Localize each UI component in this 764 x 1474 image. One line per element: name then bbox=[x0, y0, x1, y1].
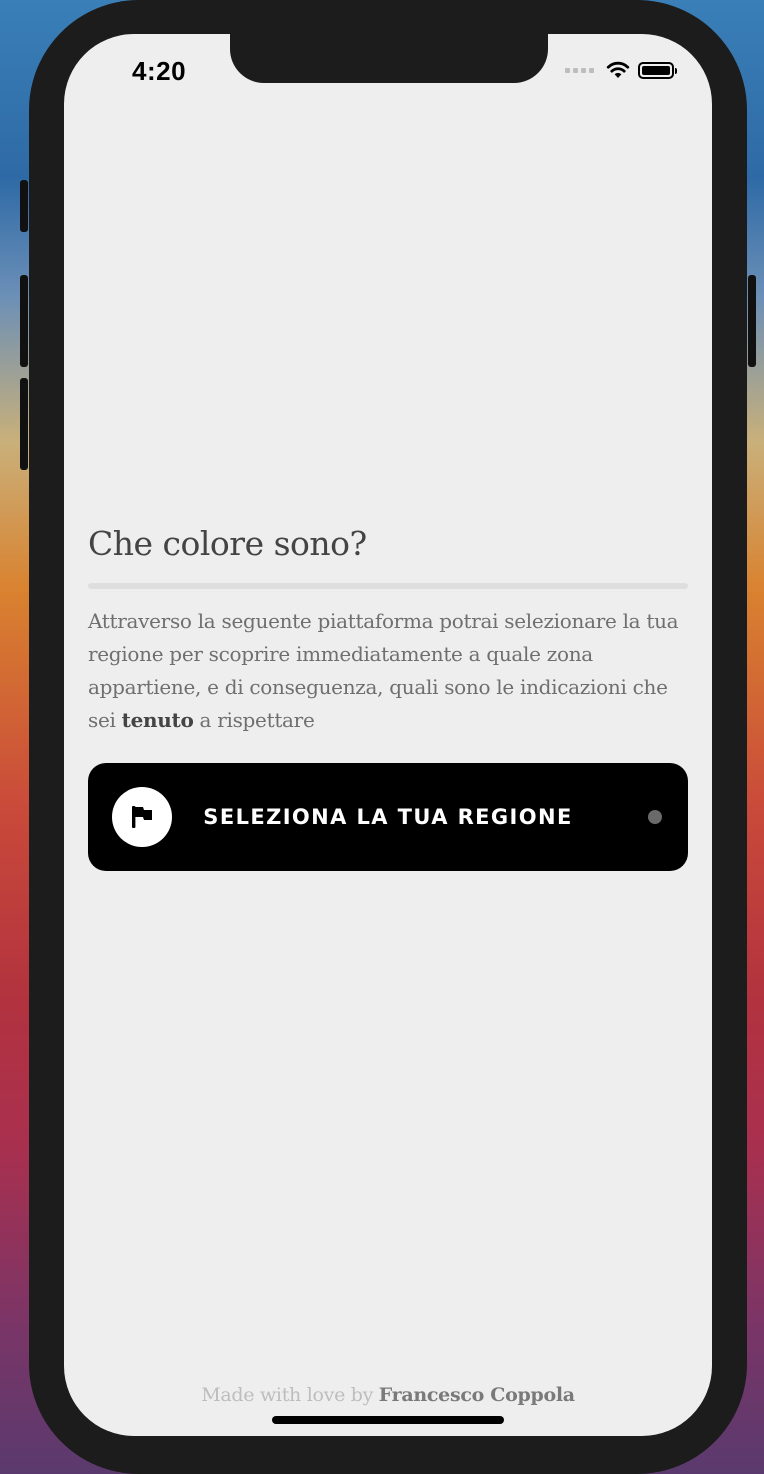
footer-prefix: Made with love by bbox=[201, 1384, 379, 1406]
volume-up-button bbox=[20, 275, 28, 367]
description-after: a rispettare bbox=[193, 708, 315, 732]
description-bold: tenuto bbox=[121, 708, 194, 732]
notch bbox=[230, 34, 548, 83]
home-indicator[interactable] bbox=[272, 1416, 504, 1424]
description-text: Attraverso la seguente piattaforma potra… bbox=[88, 605, 688, 737]
volume-down-button bbox=[20, 378, 28, 470]
main-content: Che colore sono? Attraverso la seguente … bbox=[88, 524, 688, 871]
status-time: 4:20 bbox=[132, 56, 187, 86]
title-divider bbox=[88, 583, 688, 589]
select-region-label: SELEZIONA LA TUA REGIONE bbox=[203, 805, 573, 829]
page-title: Che colore sono? bbox=[88, 524, 367, 563]
status-dot bbox=[648, 810, 662, 824]
ringer-switch bbox=[20, 180, 28, 232]
select-region-button[interactable]: SELEZIONA LA TUA REGIONE bbox=[88, 763, 688, 871]
footer-credit: Made with love by Francesco Coppola bbox=[64, 1384, 712, 1406]
screen: 4:20 Che colore sono? Attraverso la segu… bbox=[64, 34, 712, 1436]
signal-icon bbox=[565, 67, 594, 73]
wifi-icon bbox=[606, 61, 630, 78]
power-button bbox=[748, 275, 756, 367]
battery-icon bbox=[638, 61, 677, 79]
footer-author: Francesco Coppola bbox=[378, 1384, 575, 1406]
status-icons bbox=[565, 61, 677, 79]
